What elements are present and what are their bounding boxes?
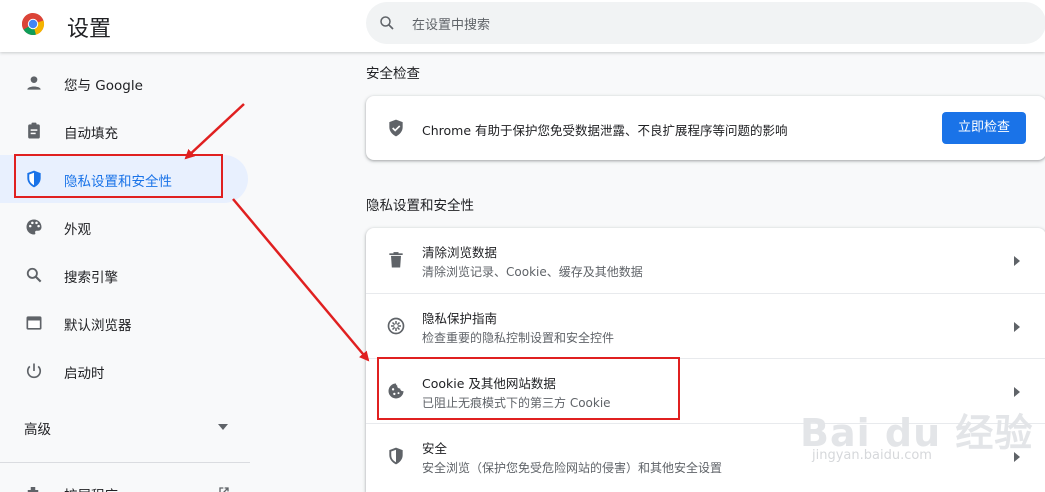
security-shield-icon [389, 447, 403, 465]
row-subtitle: 检查重要的隐私控制设置和安全控件 [422, 331, 615, 345]
person-icon [27, 76, 41, 90]
sidebar-item-default-browser[interactable]: 默认浏览器 [0, 299, 248, 347]
sidebar-item-autofill[interactable]: 自动填充 [0, 107, 248, 155]
sidebar-divider [0, 462, 250, 463]
search-icon [26, 267, 42, 283]
row-subtitle: 清除浏览记录、Cookie、缓存及其他数据 [422, 265, 643, 279]
search-icon [380, 16, 394, 30]
power-icon [26, 363, 42, 379]
row-subtitle: 安全浏览（保护您免受危险网站的侵害）和其他安全设置 [422, 461, 723, 475]
chevron-right-icon [1014, 256, 1020, 266]
annotation-arrow-to-cookies [232, 198, 370, 362]
top-bar: 设置 在设置中搜索 [0, 0, 1045, 52]
sidebar-item-label: 您与 Google [64, 78, 143, 94]
annotation-box-cookies-row [377, 357, 680, 420]
shield-check-icon [389, 119, 403, 137]
search-input-placeholder[interactable]: 在设置中搜索 [412, 14, 490, 33]
safety-check-description: Chrome 有助于保护您免受数据泄露、不良扩展程序等问题的影响 [422, 123, 788, 138]
sidebar-item-extensions[interactable]: 扩展程序 [64, 484, 118, 492]
privacy-guide-icon [387, 317, 405, 335]
sidebar-item-on-startup[interactable]: 启动时 [0, 347, 248, 395]
trash-icon [389, 252, 403, 268]
check-now-button[interactable]: 立即检查 [941, 112, 1026, 144]
sidebar-item-you-and-google[interactable]: 您与 Google [0, 59, 248, 107]
sidebar-item-label: 默认浏览器 [64, 318, 132, 334]
sidebar-item-label: 自动填充 [64, 126, 118, 142]
open-in-new-icon[interactable] [216, 484, 232, 492]
sidebar-item-label: 启动时 [64, 366, 105, 382]
palette-icon [26, 219, 42, 235]
row-title: 清除浏览数据 [422, 245, 498, 260]
privacy-guide-row[interactable]: 隐私保护指南 检查重要的隐私控制设置和安全控件 [366, 293, 1045, 358]
sidebar-item-appearance[interactable]: 外观 [0, 203, 248, 251]
search-bar[interactable]: 在设置中搜索 [366, 2, 1045, 44]
sidebar: 您与 Google 自动填充 隐私设置和安全性 外观 搜索引擎 默认浏览器 启动… [0, 52, 250, 492]
puzzle-icon [27, 487, 39, 492]
caret-down-icon[interactable] [218, 424, 228, 430]
sidebar-item-label: 外观 [64, 222, 91, 238]
chevron-right-icon [1014, 322, 1020, 332]
chrome-logo-icon [22, 13, 45, 36]
sidebar-item-search-engine[interactable]: 搜索引擎 [0, 251, 248, 299]
sidebar-item-label: 搜索引擎 [64, 270, 118, 286]
privacy-security-heading: 隐私设置和安全性 [366, 198, 474, 214]
advanced-section-toggle[interactable]: 高级 [24, 418, 51, 438]
annotation-box-privacy-nav [14, 154, 223, 198]
watermark-url: jingyan.baidu.com [812, 448, 932, 463]
clipboard-icon [28, 122, 40, 139]
safety-check-card: Chrome 有助于保护您免受数据泄露、不良扩展程序等问题的影响 立即检查 [366, 96, 1045, 160]
chevron-right-icon [1014, 387, 1020, 397]
clear-browsing-data-row[interactable]: 清除浏览数据 清除浏览记录、Cookie、缓存及其他数据 [366, 228, 1045, 293]
row-title: 隐私保护指南 [422, 311, 498, 326]
safety-check-heading: 安全检查 [366, 66, 420, 82]
browser-icon [26, 316, 42, 330]
row-title: 安全 [422, 441, 448, 456]
page-title: 设置 [67, 17, 112, 42]
